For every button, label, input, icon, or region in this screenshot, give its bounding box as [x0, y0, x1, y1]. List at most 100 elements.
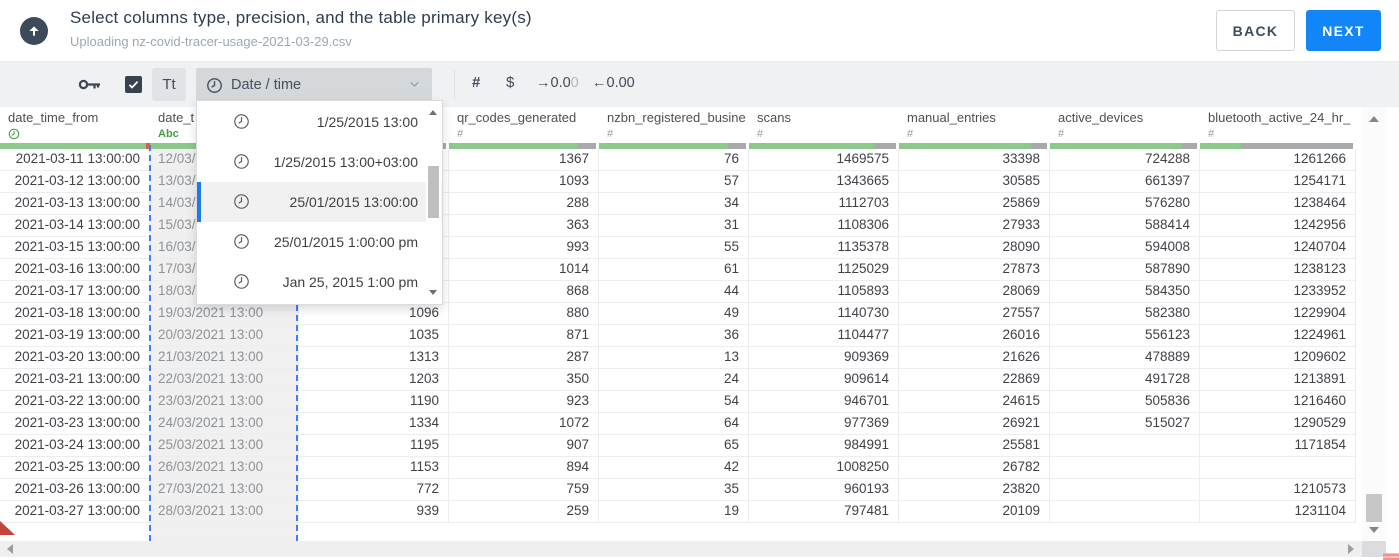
menu-option[interactable]: 25/01/2015 13:00:00: [197, 182, 442, 222]
table-cell: 2021-03-20 13:00:00: [0, 347, 150, 368]
next-button[interactable]: NEXT: [1306, 10, 1381, 51]
table-cell: 363: [449, 215, 599, 236]
table-cell: 26782: [899, 457, 1050, 478]
menu-option[interactable]: 1/25/2015 13:00+03:00: [197, 142, 442, 182]
table-cell: 1093: [449, 171, 599, 192]
table-cell: 724288: [1050, 149, 1200, 170]
quality-green-segment: [899, 143, 1031, 149]
column-name: bluetooth_active_24_hr_: [1208, 110, 1351, 125]
boolean-type-checkbox[interactable]: [125, 76, 142, 93]
table-cell: [1050, 435, 1200, 456]
table-cell: 24/03/2021 13:00: [150, 413, 299, 434]
number-type-button[interactable]: #: [472, 74, 480, 91]
menu-option[interactable]: 1/25/2015 13:00: [197, 102, 442, 142]
table-cell: 2021-03-18 13:00:00: [0, 303, 150, 324]
vertical-scroll-thumb[interactable]: [1366, 494, 1382, 522]
menu-option-label: Jan 25, 2015 1:00 pm: [282, 274, 418, 290]
menu-scrollbar[interactable]: [426, 102, 441, 303]
table-cell: 907: [449, 435, 599, 456]
wizard-header: Select columns type, precision, and the …: [0, 0, 1399, 62]
type-select-value: Date / time: [231, 77, 302, 93]
menu-option[interactable]: 25/01/2015 1:00:00 pm: [197, 222, 442, 262]
table-cell: 759: [449, 479, 599, 500]
decrease-precision-button[interactable]: ←0.00: [592, 75, 635, 91]
table-cell: 576280: [1050, 193, 1200, 214]
type-select[interactable]: Date / time: [196, 68, 432, 102]
table-cell: 1104477: [749, 325, 899, 346]
increase-precision-button[interactable]: →0.00: [536, 75, 579, 91]
table-cell: 2021-03-24 13:00:00: [0, 435, 150, 456]
column-header-active_devices[interactable]: active_devices #: [1050, 107, 1200, 149]
table-cell: 2021-03-17 13:00:00: [0, 281, 150, 302]
scroll-right-button[interactable]: [1348, 544, 1354, 554]
table-cell: 1014: [449, 259, 599, 280]
table-cell: 61: [599, 259, 749, 280]
table-cell: 584350: [1050, 281, 1200, 302]
clock-icon: [233, 193, 250, 210]
back-button[interactable]: BACK: [1216, 10, 1295, 51]
table-cell: 26016: [899, 325, 1050, 346]
table-cell: 993: [449, 237, 599, 258]
table-cell: [1200, 457, 1356, 478]
column-name: date_time_from: [8, 110, 99, 125]
scroll-left-button[interactable]: [7, 544, 13, 554]
decrease-precision-label: 0.00: [606, 75, 635, 91]
table-cell: 34: [599, 193, 749, 214]
table-cell: 1112703: [749, 193, 899, 214]
table-row: 2021-03-21 13:00:00 22/03/2021 13:00 1203 3…: [0, 369, 1356, 391]
table-cell: 1242956: [1200, 215, 1356, 236]
table-cell: 2021-03-21 13:00:00: [0, 369, 150, 390]
table-cell: 22/03/2021 13:00: [150, 369, 299, 390]
column-header-manual_entries[interactable]: manual_entries #: [899, 107, 1050, 149]
table-cell: 23820: [899, 479, 1050, 500]
table-cell: 2021-03-26 13:00:00: [0, 479, 150, 500]
table-cell: [1050, 501, 1200, 522]
table-cell: 35: [599, 479, 749, 500]
table-cell: 1140730: [749, 303, 899, 324]
table-cell: 1224961: [1200, 325, 1356, 346]
table-cell: 1469575: [749, 149, 899, 170]
vertical-scrollbar[interactable]: [1362, 107, 1386, 541]
horizontal-scrollbar[interactable]: [0, 541, 1362, 557]
table-cell: 19: [599, 501, 749, 522]
table-cell: [1050, 457, 1200, 478]
scroll-down-button[interactable]: [1369, 527, 1379, 533]
clock-icon: [233, 153, 250, 170]
menu-scroll-thumb[interactable]: [428, 166, 439, 218]
primary-key-icon[interactable]: [78, 77, 102, 97]
table-cell: 1233952: [1200, 281, 1356, 302]
table-cell: 31: [599, 215, 749, 236]
table-cell: 25869: [899, 193, 1050, 214]
column-name: manual_entries: [907, 110, 996, 125]
table-cell: 772: [299, 479, 449, 500]
column-header-bluetooth_active_24_hr_[interactable]: bluetooth_active_24_hr_ #: [1200, 107, 1356, 149]
table-cell: 1008250: [749, 457, 899, 478]
table-cell: 55: [599, 237, 749, 258]
clock-type-icon: [8, 128, 20, 143]
menu-scroll-down-button[interactable]: [429, 290, 437, 295]
text-type-button[interactable]: Tt: [152, 68, 186, 101]
column-header-scans[interactable]: scans #: [749, 107, 899, 149]
table-cell: 2021-03-16 13:00:00: [0, 259, 150, 280]
quality-gray-segment: [875, 143, 896, 149]
table-cell: 871: [449, 325, 599, 346]
column-header-nzbn_registered_busine[interactable]: nzbn_registered_busine #: [599, 107, 749, 149]
chevron-down-icon: [407, 78, 422, 96]
table-cell: 2021-03-22 13:00:00: [0, 391, 150, 412]
table-cell: 2021-03-11 13:00:00: [0, 149, 150, 170]
table-cell: 1035: [299, 325, 449, 346]
menu-option[interactable]: Jan 25, 2015 1:00 pm: [197, 262, 442, 302]
table-cell: 22869: [899, 369, 1050, 390]
currency-type-button[interactable]: $: [506, 74, 514, 91]
quality-green-segment: [449, 143, 579, 149]
menu-scroll-up-button[interactable]: [429, 110, 437, 115]
column-type-indicator: #: [1208, 128, 1215, 140]
column-type-indicator: #: [607, 128, 614, 140]
table-cell: 2021-03-13 13:00:00: [0, 193, 150, 214]
scroll-up-button[interactable]: [1369, 116, 1379, 122]
column-header-date_time_from[interactable]: date_time_from: [0, 107, 150, 149]
column-name: date_t: [158, 110, 195, 125]
column-header-qr_codes_generated[interactable]: qr_codes_generated #: [449, 107, 599, 149]
table-cell: 36: [599, 325, 749, 346]
column-name: qr_codes_generated: [457, 110, 577, 125]
